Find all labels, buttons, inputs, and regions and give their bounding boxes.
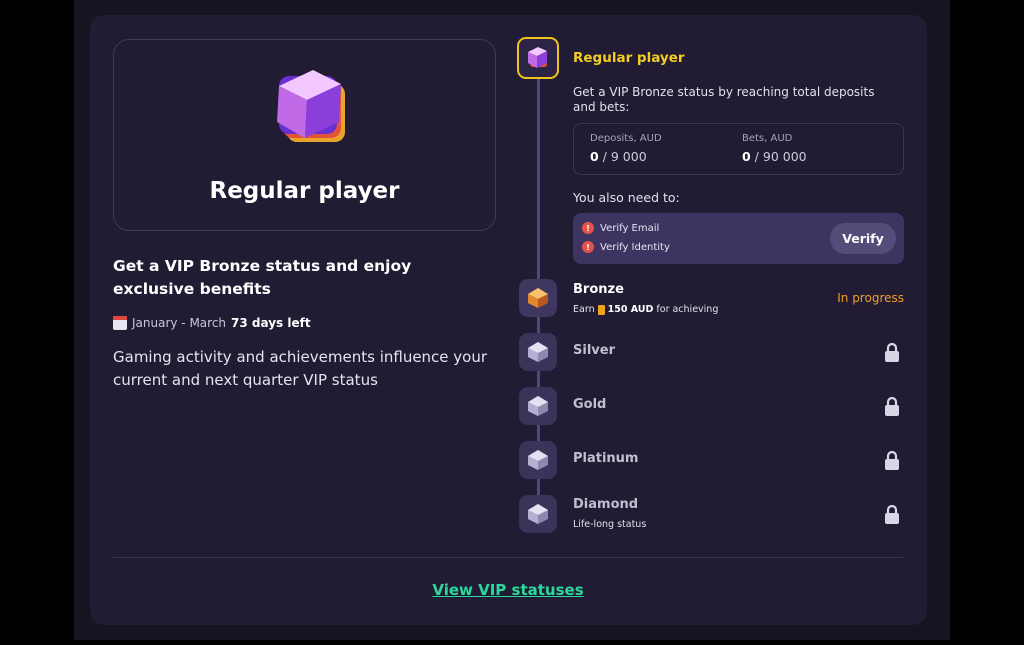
- lock-icon: [885, 343, 899, 362]
- diamond-node: [519, 495, 557, 533]
- reward-prefix: Earn: [573, 304, 595, 315]
- view-vip-statuses-link[interactable]: View VIP statuses: [0, 581, 1016, 599]
- silver-gem-icon: [528, 342, 548, 362]
- divider: [113, 557, 903, 558]
- deposits-target: / 9 000: [598, 149, 647, 164]
- reward-suffix: for achieving: [656, 304, 719, 315]
- deposits-label: Deposits, AUD: [590, 133, 662, 144]
- bronze-gem-icon: [528, 288, 548, 308]
- platinum-gem-icon: [528, 450, 548, 470]
- coin-icon: [597, 304, 605, 315]
- bets-value: 0: [742, 149, 751, 164]
- platinum-node: [519, 441, 557, 479]
- lock-icon: [885, 505, 899, 524]
- calendar-icon: [113, 316, 127, 330]
- gold-node: [519, 387, 557, 425]
- progress-box: Deposits, AUD 0 / 9 000 Bets, AUD 0 / 90…: [573, 123, 904, 175]
- lock-icon: [885, 451, 899, 470]
- tier-diamond-sub: Life-long status: [573, 519, 647, 530]
- current-status-description: Get a VIP Bronze status by reaching tota…: [573, 85, 875, 114]
- deposits-value: 0: [590, 149, 599, 164]
- bronze-status: In progress: [837, 291, 904, 305]
- bets-target: / 90 000: [750, 149, 807, 164]
- verify-identity-item: ! Verify Identity: [582, 241, 670, 253]
- days-left: 73 days left: [231, 316, 311, 330]
- purple-cube-icon: [528, 47, 547, 68]
- tier-bronze-name: Bronze: [573, 282, 624, 297]
- period-row: January - March 73 days left: [113, 316, 311, 330]
- deposits-progress: Deposits, AUD 0 / 9 000: [590, 133, 662, 164]
- alert-icon: !: [582, 222, 594, 234]
- verify-button[interactable]: Verify: [830, 223, 896, 254]
- alert-icon: !: [582, 241, 594, 253]
- purple-cube-gem-icon: [277, 70, 345, 142]
- tier-platinum-name: Platinum: [573, 451, 639, 466]
- reward-amount: 150 AUD: [607, 304, 654, 315]
- verify-email-item: ! Verify Email: [582, 222, 659, 234]
- verification-box: ! Verify Email ! Verify Identity Verify: [573, 213, 904, 264]
- hero-title: Regular player: [209, 178, 400, 204]
- current-status-hero: Regular player: [113, 39, 496, 231]
- vip-heading: Get a VIP Bronze status and enjoy exclus…: [113, 257, 412, 298]
- bets-label: Bets, AUD: [742, 133, 793, 144]
- verify-email-label: Verify Email: [600, 222, 660, 234]
- regular-player-node: [517, 37, 559, 79]
- tier-silver-name: Silver: [573, 343, 615, 358]
- diamond-gem-icon: [528, 504, 548, 524]
- silver-node: [519, 333, 557, 371]
- lock-icon: [885, 397, 899, 416]
- vip-description: Gaming activity and achievements influen…: [113, 348, 488, 389]
- bronze-node: [519, 279, 557, 317]
- tier-bronze-reward: Earn 150 AUD for achieving: [573, 304, 718, 315]
- period-label: January - March: [132, 316, 227, 330]
- tier-diamond-name: Diamond: [573, 497, 639, 512]
- tier-gold-name: Gold: [573, 397, 607, 412]
- current-status-title: Regular player: [573, 50, 685, 66]
- verify-identity-label: Verify Identity: [600, 241, 670, 253]
- bets-progress: Bets, AUD 0 / 90 000: [742, 133, 807, 164]
- requirements-label: You also need to:: [573, 190, 680, 205]
- gold-gem-icon: [528, 396, 548, 416]
